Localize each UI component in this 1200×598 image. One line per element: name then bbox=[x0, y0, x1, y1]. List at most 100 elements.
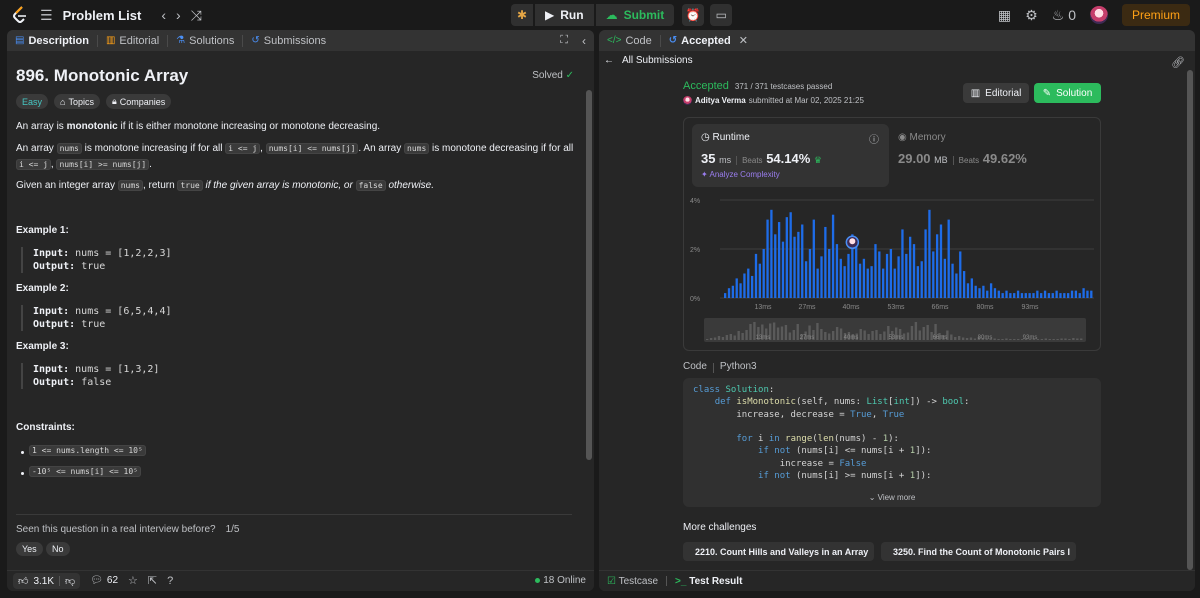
avatar-face bbox=[849, 238, 856, 245]
overview-bar bbox=[820, 329, 823, 340]
timer-button[interactable]: ⏰ bbox=[682, 4, 705, 26]
comment-icon: 💬︎ bbox=[90, 575, 103, 586]
constraints-title: Constraints: bbox=[16, 422, 75, 433]
overview-bar bbox=[749, 324, 752, 340]
topics-badge[interactable]: ⌂ Topics bbox=[54, 94, 100, 109]
tab-code[interactable]: </> Code bbox=[607, 35, 652, 47]
overview-bar bbox=[993, 338, 996, 340]
companies-badge[interactable]: 🔒︎ Companies bbox=[105, 94, 172, 109]
layout-icon[interactable]: ▦ bbox=[998, 8, 1011, 22]
view-more-button[interactable]: ⌄ View more bbox=[683, 487, 1101, 507]
runtime-label: ◷ Runtime bbox=[701, 132, 750, 143]
solution-button[interactable]: ✎ Solution bbox=[1034, 83, 1101, 103]
all-submissions-link[interactable]: ← All Submissions bbox=[604, 55, 693, 66]
no-button[interactable]: No bbox=[46, 542, 70, 556]
analyze-complexity-link[interactable]: ✦ Analyze Complexity bbox=[701, 170, 780, 179]
collapse-icon[interactable]: ‹ bbox=[582, 35, 586, 47]
overview-bar bbox=[784, 325, 788, 340]
submit-button[interactable]: ☁ Submit bbox=[595, 4, 675, 26]
play-icon: ▶ bbox=[545, 8, 555, 22]
tab-solutions[interactable]: ⚗ Solutions bbox=[176, 35, 234, 47]
chart-bar bbox=[1074, 290, 1078, 298]
chart-bar bbox=[924, 229, 927, 298]
overview-bar bbox=[1068, 339, 1071, 340]
share-icon[interactable]: ⇱ bbox=[148, 575, 157, 587]
like-button[interactable]: 👍︎ 3.1K 👎︎ bbox=[13, 573, 81, 589]
tab-testcase[interactable]: ☑ Testcase bbox=[607, 576, 658, 587]
challenge-card[interactable]: 2210. Count Hills and Valleys in an Arra… bbox=[683, 542, 874, 561]
help-icon[interactable]: ? bbox=[167, 575, 173, 587]
tab-test-result[interactable]: >_ Test Result bbox=[675, 576, 742, 587]
overview-bar bbox=[879, 334, 882, 340]
tab-submissions[interactable]: ↺ Submissions bbox=[251, 35, 326, 47]
chart-bar bbox=[1020, 293, 1024, 298]
chart-bar bbox=[1067, 293, 1070, 298]
x-tick-label: 27ms bbox=[798, 304, 816, 311]
runtime-distribution-chart[interactable]: 4% 2% 0% 13ms 27ms 40ms 53ms 66ms 80ms 93ms 13ms 27… bbox=[684, 190, 1102, 350]
info-icon[interactable]: ⓘ bbox=[869, 131, 879, 146]
description-scrollbar[interactable] bbox=[586, 90, 592, 460]
online-count: 18 Online bbox=[535, 575, 586, 586]
overview-tick-label: 13ms bbox=[756, 335, 771, 341]
problem-list-icon[interactable]: ☰ bbox=[40, 8, 53, 22]
user-avatar[interactable] bbox=[1089, 6, 1108, 24]
editorial-button[interactable]: ▥ Editorial bbox=[963, 83, 1029, 103]
overview-bar bbox=[1009, 339, 1012, 340]
chart-bar bbox=[974, 285, 977, 298]
runtime-card[interactable]: ◷ Runtime ⓘ 35 ms Beats 54.14% ♛ ✦ Analyz… bbox=[692, 124, 889, 187]
chart-bar bbox=[739, 283, 742, 298]
overview-bar bbox=[973, 338, 977, 340]
run-button[interactable]: ▶ Run bbox=[535, 4, 594, 26]
tab-description[interactable]: ▤ Description bbox=[15, 35, 89, 47]
overview-bar bbox=[871, 331, 874, 340]
overview-bar bbox=[796, 324, 799, 340]
submission-scrollbar[interactable] bbox=[1187, 70, 1193, 570]
settings-icon[interactable]: ⚙ bbox=[1025, 8, 1038, 22]
chart-bar bbox=[920, 261, 923, 298]
chart-bar bbox=[1090, 290, 1093, 298]
maximize-icon[interactable]: ⛶ bbox=[560, 35, 568, 46]
chart-bar bbox=[812, 219, 815, 298]
overview-bar bbox=[729, 334, 732, 340]
chart-bar bbox=[1082, 288, 1085, 298]
chart-bar bbox=[874, 244, 877, 298]
tab-editorial[interactable]: ▥ Editorial bbox=[106, 35, 159, 47]
yes-button[interactable]: Yes bbox=[16, 542, 43, 556]
star-icon[interactable]: ☆ bbox=[128, 575, 138, 587]
thumbs-down-icon[interactable]: 👎︎ bbox=[65, 575, 75, 587]
overview-bar bbox=[713, 337, 717, 340]
chart-bar bbox=[797, 231, 800, 298]
overview-bar bbox=[863, 330, 866, 340]
prev-problem-icon[interactable]: ‹ bbox=[161, 8, 166, 22]
chart-bar bbox=[959, 251, 962, 298]
tab-accepted[interactable]: ↺ Accepted ✕ bbox=[669, 34, 748, 48]
chart-bar bbox=[939, 224, 943, 298]
chart-bar bbox=[1013, 293, 1016, 298]
notes-button[interactable]: ▭ bbox=[710, 4, 733, 26]
overview-bar bbox=[883, 331, 886, 340]
problem-list-link[interactable]: Problem List bbox=[63, 8, 142, 23]
overview-bar bbox=[745, 330, 748, 340]
close-icon[interactable]: ✕ bbox=[739, 34, 748, 47]
coins-indicator[interactable]: ♨ 0 bbox=[1052, 8, 1076, 22]
chart-bar bbox=[962, 271, 966, 298]
overview-tick-label: 93ms bbox=[1023, 335, 1038, 341]
next-problem-icon[interactable]: › bbox=[176, 8, 181, 22]
link-icon[interactable]: 🔗︎ bbox=[1171, 56, 1185, 69]
chart-bar bbox=[912, 244, 916, 298]
chart-bar bbox=[1055, 290, 1058, 298]
overview-bar bbox=[906, 332, 910, 340]
chart-bar bbox=[885, 253, 889, 298]
chart-bar bbox=[781, 241, 785, 298]
premium-button[interactable]: Premium bbox=[1121, 4, 1190, 26]
debug-button[interactable]: ✱ bbox=[511, 4, 533, 26]
overview-bar bbox=[1072, 338, 1075, 340]
chart-bar bbox=[901, 229, 904, 298]
overview-bar bbox=[824, 332, 827, 340]
memory-card[interactable]: ◉ Memory 29.00 MB Beats 49.62% bbox=[898, 124, 1088, 187]
comments-button[interactable]: 💬︎ 62 bbox=[90, 576, 118, 586]
leetcode-logo-icon[interactable] bbox=[12, 6, 28, 24]
shuffle-icon[interactable]: ⤨ bbox=[191, 8, 202, 22]
checkbox-icon: ☑ bbox=[607, 575, 616, 587]
challenge-card[interactable]: 3250. Find the Count of Monotonic Pairs … bbox=[881, 542, 1076, 561]
